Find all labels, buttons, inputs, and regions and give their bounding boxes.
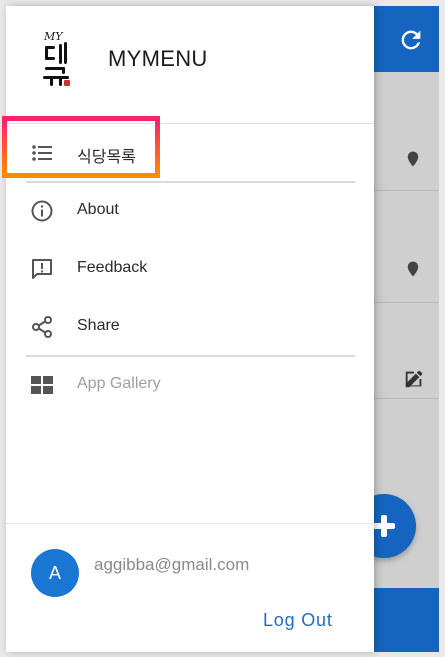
location-pin-icon[interactable] bbox=[404, 260, 422, 278]
nav-item-about[interactable]: About bbox=[6, 182, 374, 240]
highlight-box bbox=[2, 116, 160, 178]
nav-item-label: App Gallery bbox=[77, 375, 161, 392]
nav-item-label: Share bbox=[77, 317, 120, 334]
drawer-header: MY MYMENU bbox=[6, 6, 374, 124]
nav-item-label: About bbox=[77, 201, 119, 218]
location-pin-icon[interactable] bbox=[404, 150, 422, 168]
nav-item-label: Feedback bbox=[77, 259, 148, 276]
edit-icon[interactable] bbox=[403, 368, 425, 390]
refresh-icon[interactable] bbox=[397, 26, 425, 54]
grid-icon bbox=[31, 376, 53, 394]
info-icon bbox=[31, 200, 53, 222]
logout-button[interactable]: Log Out bbox=[263, 610, 333, 631]
avatar: A bbox=[31, 549, 79, 597]
navigation-drawer: MY MYMENU 식당목록 About Feedback Share App … bbox=[6, 6, 374, 652]
feedback-icon bbox=[32, 259, 52, 279]
app-logo: MY bbox=[42, 30, 72, 90]
app-title: MYMENU bbox=[108, 46, 208, 71]
nav-item-feedback[interactable]: Feedback bbox=[6, 240, 374, 298]
user-email: aggibba@gmail.com bbox=[94, 555, 250, 574]
footer-divider bbox=[6, 523, 374, 524]
share-icon bbox=[32, 316, 52, 338]
nav-item-app-gallery[interactable]: App Gallery bbox=[6, 356, 374, 414]
nav-item-share[interactable]: Share bbox=[6, 298, 374, 356]
